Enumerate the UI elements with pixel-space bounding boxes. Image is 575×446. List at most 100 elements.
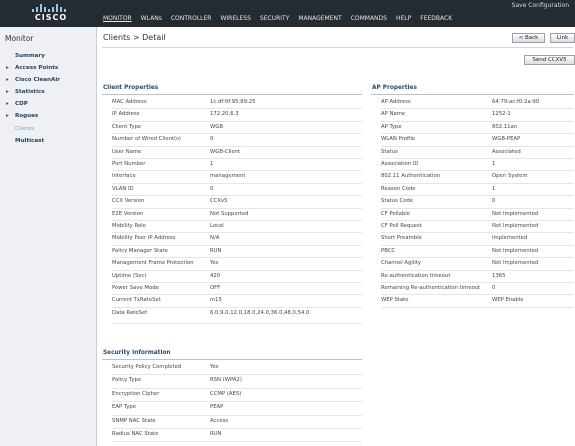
table-row: Status Associated — [381, 148, 574, 159]
sidebar-item-cisco-cleanair[interactable]: ▸ Cisco CleanAir — [6, 77, 60, 83]
property-value: 1 — [210, 161, 214, 167]
table-row: Port Number 1 — [112, 160, 362, 171]
property-value: 0 — [492, 198, 496, 205]
table-row: AP Type 802.11an — [381, 123, 574, 134]
menu-controller[interactable]: CONTROLLER — [171, 15, 212, 25]
property-value: WGB-Client — [210, 148, 241, 155]
sidebar-item-cdp[interactable]: ▸ CDP — [6, 101, 28, 107]
property-value: 1365 — [492, 272, 506, 279]
row-divider — [112, 387, 362, 389]
property-label: E2E Version — [112, 210, 144, 217]
main-content: Clients > Detail < Back Link Send CCXV5 … — [98, 27, 575, 446]
property-value: 420 — [210, 272, 221, 279]
property-value: Not Implemented — [492, 210, 539, 217]
table-row: Channel Agility Not Implemented — [381, 259, 574, 270]
table-row: Remaining Re-authentication timeout 0 — [381, 284, 574, 295]
table-row: CF Pollable Not Implemented — [381, 210, 574, 221]
row-divider — [381, 294, 574, 296]
property-label: AP Name — [381, 111, 406, 118]
row-divider — [112, 322, 362, 324]
property-value: 0 — [492, 285, 496, 291]
sidebar-item-rogues[interactable]: ▸ Rogues — [6, 113, 38, 119]
row-divider — [381, 220, 574, 221]
table-row: 802.11 Authentication Open System — [381, 172, 574, 183]
property-value: CCMP (AES) — [210, 390, 242, 397]
property-label: CF Pollable — [381, 210, 410, 217]
menu-commands[interactable]: COMMANDS — [351, 15, 387, 25]
row-divider — [381, 282, 574, 283]
property-value: OFF — [210, 285, 221, 291]
property-value: 1c:df:0f:95:89:25 — [210, 99, 256, 105]
property-value: 802.11an — [492, 123, 518, 130]
main-menu: MONITOR WLANs CONTROLLER WIRELESS SECURI… — [103, 15, 461, 25]
menu-feedback[interactable]: FEEDBACK — [420, 15, 452, 25]
row-divider — [112, 441, 362, 443]
top-navigation-bar: CISCO Save Configuration MONITOR WLANs C… — [0, 0, 575, 27]
property-label: CF Poll Request — [381, 223, 422, 229]
cisco-logo-bars-icon — [32, 2, 72, 12]
property-label: CCX Version — [112, 198, 145, 205]
property-value: Yes — [210, 364, 219, 370]
property-value: Not Supported — [210, 210, 249, 217]
sidebar-item-clients[interactable]: Clients — [15, 126, 34, 132]
divider — [102, 359, 362, 360]
row-divider — [381, 120, 574, 122]
property-value: management — [210, 173, 246, 180]
row-divider — [112, 120, 362, 122]
row-divider — [112, 220, 362, 221]
row-divider — [381, 269, 574, 271]
property-label: Encryption Cipher — [112, 390, 160, 397]
table-row: Radius NAC State RUN — [112, 430, 362, 441]
table-row: Mobility Peer IP Address N/A — [112, 234, 362, 245]
row-divider — [381, 182, 574, 184]
menu-management[interactable]: MANAGEMENT — [298, 15, 341, 25]
ap-properties-heading: AP Properties — [372, 85, 417, 91]
property-label: 802.11 Authentication — [381, 173, 441, 180]
sidebar-item-multicast[interactable]: Multicast — [15, 138, 44, 144]
row-divider — [381, 170, 574, 172]
cisco-logo: CISCO — [28, 2, 74, 24]
property-label: Policy Type — [112, 377, 142, 384]
property-value: 1252-1 — [492, 111, 511, 118]
table-row: Current TxRateSet m15 — [112, 296, 362, 307]
row-divider — [381, 257, 574, 259]
table-row: VLAN ID 0 — [112, 185, 362, 196]
table-row: Interface management — [112, 172, 362, 183]
table-row: Uptime (Sec) 420 — [112, 272, 362, 283]
sidebar-item-statistics[interactable]: ▸ Statistics — [6, 89, 45, 95]
back-button[interactable]: < Back — [512, 33, 545, 43]
menu-wlans[interactable]: WLANs — [141, 15, 162, 25]
property-value: Not Implemented — [492, 223, 539, 229]
save-configuration-link[interactable]: Save Configuration — [512, 2, 569, 9]
table-row: IP Address 172.20.6.3 — [112, 110, 362, 121]
row-divider — [112, 158, 362, 159]
property-label: WEP State — [381, 297, 409, 304]
property-label: Mobility Role — [112, 223, 146, 229]
menu-monitor[interactable]: MONITOR — [103, 15, 132, 25]
row-divider — [112, 108, 362, 110]
property-label: User Name — [112, 148, 142, 155]
property-value: Not Implemented — [492, 247, 539, 254]
send-ccxv5-button[interactable]: Send CCXV5 — [524, 55, 575, 65]
property-value: Local — [210, 223, 224, 229]
sidebar-item-label: Summary — [15, 53, 45, 59]
menu-help[interactable]: HELP — [396, 15, 411, 25]
property-label: Status Code — [381, 198, 414, 205]
sidebar-item-label: Statistics — [15, 89, 45, 95]
menu-wireless[interactable]: WIRELESS — [220, 15, 250, 25]
chevron-right-icon: ▸ — [6, 77, 9, 83]
row-divider — [112, 306, 362, 308]
divider — [102, 94, 362, 95]
property-label: Reason Code — [381, 185, 416, 192]
menu-security[interactable]: SECURITY — [260, 15, 289, 25]
property-value: 172.20.6.3 — [210, 111, 239, 118]
security-information-heading: Security Information — [103, 350, 171, 356]
link-button[interactable]: Link — [550, 33, 575, 43]
table-row: Data RateSet 6.0,9.0,12.0,18.0,24.0,36.0,… — [112, 309, 362, 320]
sidebar-item-summary[interactable]: Summary — [15, 53, 45, 59]
row-divider — [381, 108, 574, 110]
divider — [371, 94, 574, 95]
chevron-right-icon: ▸ — [6, 101, 9, 107]
property-label: Association ID — [381, 161, 419, 167]
sidebar-item-access-points[interactable]: ▸ Access Points — [6, 65, 58, 71]
